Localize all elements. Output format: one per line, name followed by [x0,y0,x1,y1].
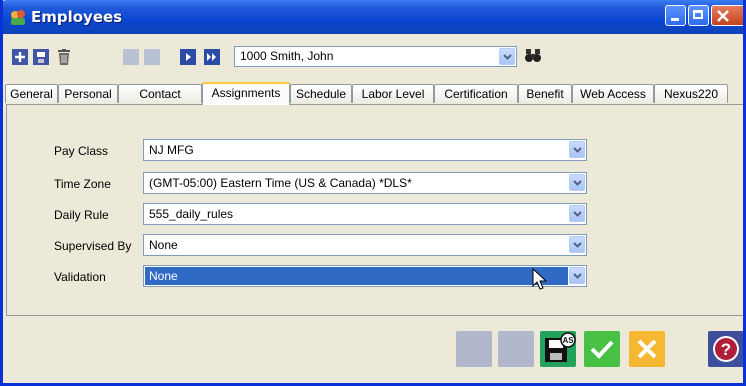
chevron-down-icon [573,211,582,217]
add-icon[interactable] [12,49,28,65]
svg-text:?: ? [721,340,731,359]
chevron-down-icon [573,180,582,186]
time-zone-dropdown-button[interactable] [569,174,585,191]
validation-dropdown-button[interactable] [569,267,585,284]
time-zone-select[interactable]: (GMT-05:00) Eastern Time (US & Canada) *… [143,172,587,194]
tab-contact[interactable]: Contact [118,84,202,103]
tab-nexus220[interactable]: Nexus220 [654,84,728,103]
employee-select-value: 1000 Smith, John [240,49,334,63]
tab-web-access[interactable]: Web Access [572,84,654,103]
save-as-icon[interactable]: AS [540,331,576,367]
maximize-button[interactable] [688,5,709,26]
employees-window: Employees 1000 Smith, John General Perso… [0,0,746,386]
daily-rule-value: 555_daily_rules [149,207,234,221]
supervised-by-label: Supervised By [54,239,132,253]
tab-personal[interactable]: Personal [58,84,118,103]
last-record-icon[interactable] [204,49,220,65]
previous-record-button[interactable] [144,49,160,65]
employee-dropdown-button[interactable] [499,48,515,65]
tab-strip: General Personal Contact Assignments Sch… [3,82,743,105]
daily-rule-dropdown-button[interactable] [569,205,585,222]
mouse-cursor-icon [532,268,548,290]
window-title: Employees [31,8,123,26]
tab-certification[interactable]: Certification [434,84,518,103]
pay-class-select[interactable]: NJ MFG [143,139,587,161]
trash-icon[interactable] [56,49,72,65]
first-record-button[interactable] [123,49,139,65]
toolbar: 1000 Smith, John [3,34,743,80]
time-zone-value: (GMT-05:00) Eastern Time (US & Canada) *… [149,176,412,190]
chevron-down-icon [573,147,582,153]
supervised-by-value: None [149,238,178,252]
app-icon [11,10,25,25]
daily-rule-label: Daily Rule [54,208,109,222]
disabled-action-button-1[interactable] [456,331,492,367]
pay-class-label: Pay Class [54,144,109,158]
tab-benefit[interactable]: Benefit [518,84,572,103]
tab-general[interactable]: General [5,84,58,103]
time-zone-label: Time Zone [54,177,111,191]
tab-labor-level[interactable]: Labor Level [352,84,434,103]
validation-label: Validation [54,270,106,284]
save-icon[interactable] [33,49,49,65]
tab-assignments[interactable]: Assignments [202,82,290,105]
close-icon [717,10,729,22]
next-record-icon[interactable] [180,49,196,65]
validation-value: None [149,269,178,283]
validation-selection-highlight [145,267,568,285]
disabled-action-button-2[interactable] [498,331,534,367]
tab-schedule[interactable]: Schedule [290,84,352,103]
chevron-down-icon [573,242,582,248]
pay-class-dropdown-button[interactable] [569,141,585,158]
daily-rule-select[interactable]: 555_daily_rules [143,203,587,225]
pay-class-value: NJ MFG [149,143,194,157]
supervised-by-select[interactable]: None [143,234,587,256]
help-icon[interactable]: ? [708,331,744,367]
validation-select[interactable]: None [143,265,587,287]
checkmark-icon[interactable] [584,331,620,367]
chevron-down-icon [573,273,582,279]
binoculars-icon[interactable] [525,49,541,63]
close-button[interactable] [711,5,743,26]
chevron-down-icon [503,54,512,60]
supervised-by-dropdown-button[interactable] [569,236,585,253]
title-bar[interactable]: Employees [3,0,743,34]
svg-text:AS: AS [562,336,574,345]
minimize-button[interactable] [665,5,686,26]
bottom-button-bar: AS ? [3,318,744,383]
employee-select[interactable]: 1000 Smith, John [234,46,517,67]
cancel-icon[interactable] [629,331,665,367]
